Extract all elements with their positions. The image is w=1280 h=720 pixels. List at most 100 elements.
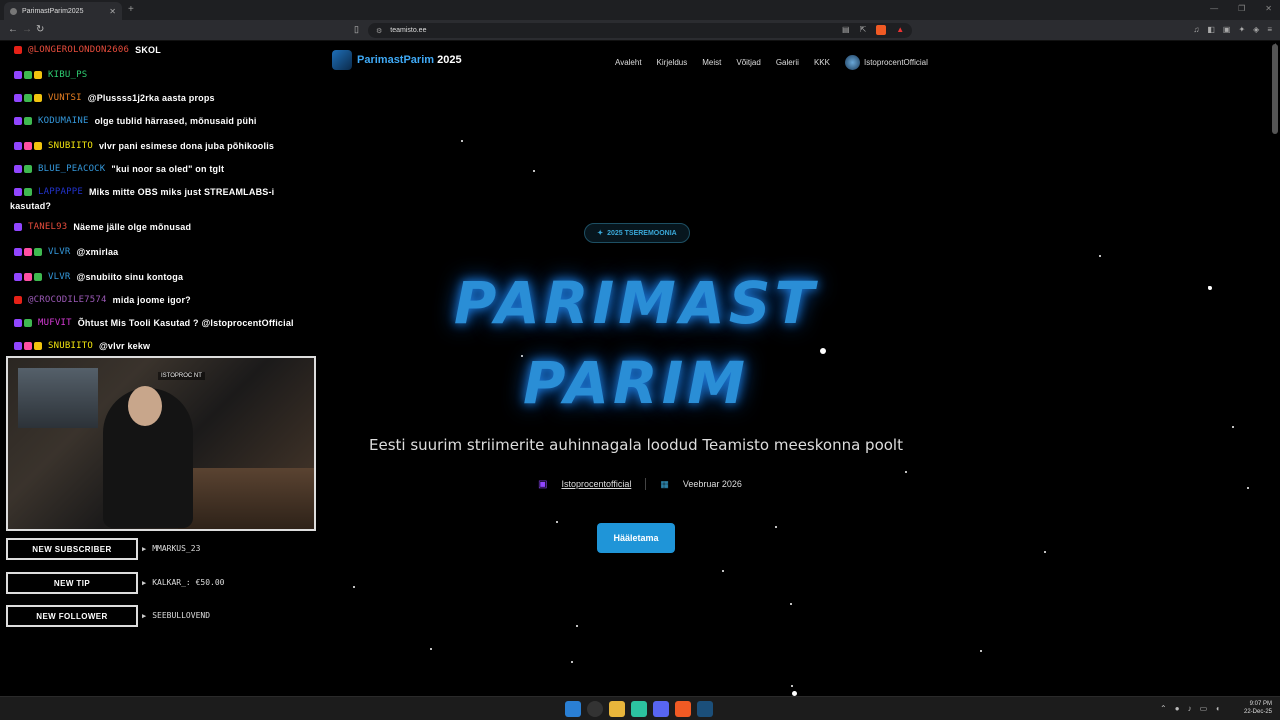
wallet-icon[interactable]: ▣ [1223, 25, 1231, 34]
badge-icon [14, 248, 22, 256]
forward-icon[interactable]: → [22, 24, 32, 35]
chat-badges [14, 142, 42, 150]
brave-icon[interactable] [675, 701, 691, 717]
chat-badges [14, 273, 42, 281]
twitch-icon: ▣ [538, 478, 548, 490]
host-link[interactable]: Istoprocentofficial [561, 479, 631, 489]
badge-icon [14, 296, 22, 304]
tab-title: ParimastParim2025 [22, 7, 84, 15]
page-scrollbar[interactable] [1272, 44, 1278, 134]
search-icon[interactable] [587, 701, 603, 717]
chat-username: LAPPAPPE [38, 187, 83, 197]
browser-tab[interactable]: ParimastParim2025 ✕ [4, 2, 122, 20]
nav-kirjeldus[interactable]: Kirjeldus [657, 58, 688, 67]
logo-text: ParimastParim [357, 54, 435, 66]
leo-icon[interactable]: ✦ [1238, 25, 1245, 34]
badge-icon [24, 248, 32, 256]
arrow-icon: ▶ [142, 544, 147, 553]
badge-icon [24, 188, 32, 196]
badge-icon [14, 342, 22, 350]
nav-galerii[interactable]: Galerii [776, 58, 799, 67]
chat-message: MUFVIT Õhtust Mis Tooli Kasutad ? @Istopr… [14, 318, 294, 328]
tray-overflow-icon[interactable]: ⌃ [1160, 704, 1167, 713]
alert-subscriber-value: ▶ MMARKUS_23 [142, 544, 200, 553]
website: ParimastParim 2025 Avaleht Kirjeldus Mei… [320, 41, 1268, 696]
nav-user[interactable]: IstoprocentOfficial [844, 55, 928, 70]
chat-message: LAPPAPPE Miks mitte OBS miks just STREAML… [14, 187, 274, 197]
clock[interactable]: 9:07 PM 22-Dec-25 [1244, 700, 1272, 716]
chat-username: @LONGEROLONDON2606 [28, 45, 130, 55]
close-window-icon[interactable]: ✕ [1265, 4, 1272, 13]
volume-icon[interactable]: ♪ [1188, 704, 1192, 713]
brave-shield-icon[interactable] [876, 25, 887, 35]
alert-label: NEW TIP [53, 578, 91, 588]
ceremony-badge-text: 2025 TSEREMOONIA [607, 229, 677, 237]
star [353, 586, 355, 588]
nav-kkk[interactable]: KKK [814, 58, 830, 67]
network-icon[interactable]: ▭ [1200, 704, 1208, 713]
badge-icon [24, 71, 32, 79]
nav-meist[interactable]: Meist [702, 58, 721, 67]
alert-tip-box: NEW TIP [6, 572, 138, 594]
file-explorer-icon[interactable] [609, 701, 625, 717]
chat-message: SNUBIITO @vlvr kekw [14, 341, 150, 351]
rewards-icon[interactable]: ▲ [896, 25, 904, 35]
mic-icon[interactable]: ● [1175, 704, 1180, 713]
vote-button[interactable]: Hääletama [597, 523, 675, 553]
chat-badges [14, 319, 32, 327]
star [1247, 487, 1249, 489]
vpn-icon[interactable]: ◈ [1253, 25, 1259, 34]
chat-wrap-text: kasutad? [10, 201, 52, 211]
chat-text: @vlvr kekw [98, 341, 151, 351]
chat-badges [14, 188, 32, 196]
chat-username: BLUE_PEACOCK [38, 164, 106, 174]
close-tab-icon[interactable]: ✕ [109, 7, 116, 16]
reload-icon[interactable]: ↻ [36, 24, 44, 35]
nav-voitjad[interactable]: Võitjad [736, 58, 760, 67]
chat-text: Õhtust Mis Tooli Kasutad ? @IstoprocentO… [77, 318, 294, 328]
star [1044, 551, 1046, 553]
ceremony-badge: ✦ 2025 TSEREMOONIA [584, 223, 690, 243]
media-icon[interactable]: ♫ [1193, 25, 1199, 34]
badge-icon [34, 142, 42, 150]
minimize-icon[interactable]: — [1210, 4, 1218, 13]
site-logo[interactable]: ParimastParim 2025 [332, 50, 462, 70]
badge-icon [24, 342, 32, 350]
badge-icon [14, 223, 22, 231]
maximize-icon[interactable]: ❐ [1238, 4, 1245, 13]
new-tab-icon[interactable]: + [128, 4, 134, 15]
taskbar: ⌃ ● ♪ ▭ ◖ 9:07 PM 22-Dec-25 [0, 696, 1280, 720]
address-bar[interactable]: ⚙ teamisto.ee [368, 23, 912, 38]
discord-icon[interactable] [653, 701, 669, 717]
app-icon[interactable] [631, 701, 647, 717]
tab-strip: ParimastParim2025 ✕ + — ❐ ✕ [0, 0, 1280, 20]
star [576, 625, 578, 627]
badge-icon [34, 94, 42, 102]
speaker-icon[interactable]: ◖ [1215, 704, 1220, 713]
chat-text: Näeme jälle olge mõnusad [73, 222, 192, 232]
start-icon[interactable] [565, 701, 581, 717]
chat-text: SKOL [135, 45, 161, 55]
bookmark-icon[interactable]: ▯ [354, 24, 359, 35]
chat-message: @CROCODILE7574 mida joome igor? [14, 295, 191, 305]
share-icon[interactable]: ⇱ [860, 25, 867, 35]
browser-toolbar: ← → ↻ ▯ ⚙ teamisto.ee ▤ ⇱ ▲ ♫ ◧ ▣ ✦ ◈ ≡ [0, 20, 1280, 41]
chat-username: VLVR [48, 272, 71, 282]
chat-message: VLVR @snubiito sinu kontoga [14, 272, 183, 282]
nav-avaleht[interactable]: Avaleht [615, 58, 642, 67]
star [775, 526, 777, 528]
alert-follower-box: NEW FOLLOWER [6, 605, 138, 627]
sidebar-icon[interactable]: ◧ [1207, 25, 1215, 34]
site-info-icon[interactable]: ⚙ [376, 27, 382, 35]
badge-icon [24, 94, 32, 102]
hero-tagline: Eesti suurim striimerite auhinnagala loo… [369, 436, 903, 454]
badge-icon [14, 142, 22, 150]
steam-icon[interactable] [697, 701, 713, 717]
menu-icon[interactable]: ≡ [1267, 25, 1272, 34]
clock-time: 9:07 PM [1249, 701, 1272, 707]
reader-icon[interactable]: ▤ [842, 25, 850, 35]
chat-badges [14, 94, 42, 102]
chat-username: SNUBIITO [48, 141, 93, 151]
alert-tip-value: ▶ KALKAR_: €50.00 [142, 578, 224, 587]
back-icon[interactable]: ← [8, 24, 18, 35]
